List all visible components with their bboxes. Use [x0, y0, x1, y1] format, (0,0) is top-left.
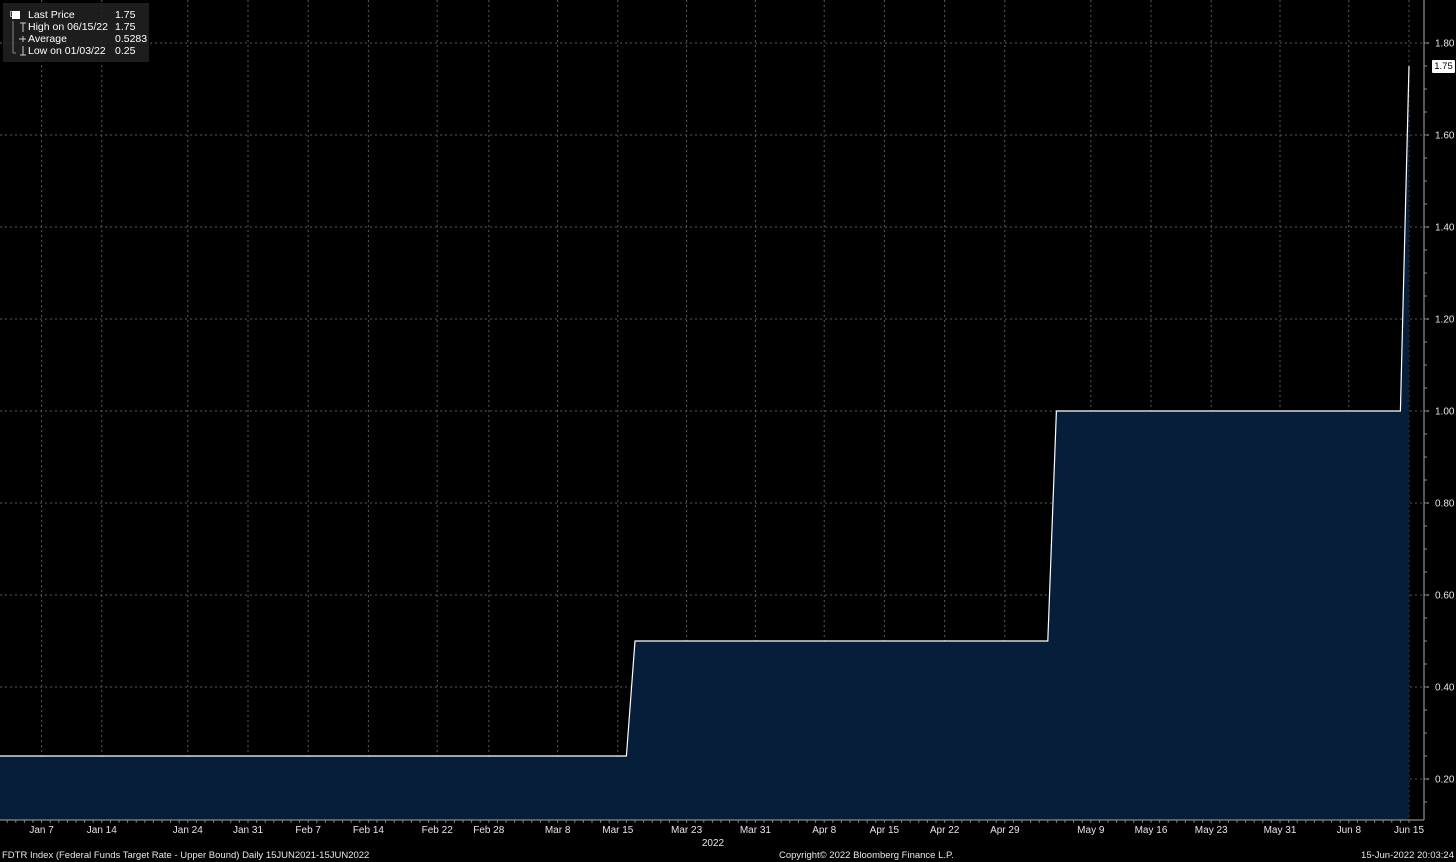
- legend-average: Average 0.5283: [3, 33, 149, 45]
- legend-value: 1.75: [115, 21, 136, 33]
- x-tick-label: May 16: [1135, 825, 1168, 836]
- legend-high: High on 06/15/22 1.75: [3, 21, 149, 33]
- series-area-layer: [0, 65, 1410, 820]
- y-tick-label: 0.80: [1435, 499, 1455, 510]
- y-tick-label: 1.40: [1435, 223, 1455, 234]
- last-value-tag: 1.75: [1432, 60, 1455, 73]
- x-tick-label: Jan 31: [233, 825, 263, 836]
- x-tick-label: Mar 23: [671, 825, 703, 836]
- footer-copyright: Copyright© 2022 Bloomberg Finance L.P.: [779, 850, 954, 861]
- footer-timestamp: 15-Jun-2022 20:03:24: [1361, 850, 1454, 861]
- legend-label: Average: [28, 33, 67, 45]
- x-tick-label: Jun 8: [1337, 825, 1362, 836]
- legend-label: Low on 01/03/22: [28, 45, 106, 57]
- x-tick-label: Jan 7: [29, 825, 54, 836]
- x-tick-label: Mar 15: [602, 825, 634, 836]
- series-swatch-icon: [12, 11, 20, 19]
- x-tick-label: May 23: [1195, 825, 1228, 836]
- average-marker-icon: [10, 33, 27, 45]
- legend-low: Low on 01/03/22 0.25: [3, 45, 149, 57]
- high-marker-icon: [10, 21, 26, 33]
- y-tick-label: 1.80: [1435, 39, 1455, 50]
- legend-value: 0.5283: [115, 33, 148, 45]
- legend-label: High on 06/15/22: [28, 21, 108, 33]
- x-tick-label: Feb 28: [473, 825, 505, 836]
- y-tick-label: 0.60: [1435, 591, 1455, 602]
- x-tick-label: Mar 8: [545, 825, 571, 836]
- x-tick-label: Jan 14: [87, 825, 117, 836]
- chart: 0.20 0.40 0.60 0.80 1.00 1.20 1.40 1.60 1.80 Jan …: [0, 0, 1455, 849]
- x-tick-label: Jan 24: [173, 825, 203, 836]
- footer-security-description: FDTR Index (Federal Funds Target Rate - …: [2, 850, 370, 861]
- x-tick-label: Jun 15: [1394, 825, 1424, 836]
- x-tick-label: Feb 22: [422, 825, 454, 836]
- legend-last-price: Last Price 1.75: [3, 9, 149, 21]
- x-tick-label: May 9: [1077, 825, 1105, 836]
- x-tick-label: May 31: [1264, 825, 1297, 836]
- legend-value: 0.25: [115, 45, 136, 57]
- x-tick-label: Apr 22: [930, 825, 960, 836]
- legend-value: 1.75: [115, 9, 136, 21]
- x-tick-label: Feb 7: [295, 825, 321, 836]
- series-area-fill: [0, 66, 1409, 820]
- y-tick-label: 1.00: [1435, 407, 1455, 418]
- low-marker-icon: [10, 45, 26, 57]
- x-tick-label: Feb 14: [353, 825, 385, 836]
- x-year-label: 2022: [702, 838, 725, 849]
- x-tick-label: Apr 8: [812, 825, 836, 836]
- y-tick-label: 1.60: [1435, 131, 1455, 142]
- y-tick-label: 1.20: [1435, 315, 1455, 326]
- x-tick-label: Mar 31: [740, 825, 772, 836]
- legend-label: Last Price: [28, 9, 75, 21]
- y-tick-label: 0.20: [1435, 775, 1455, 786]
- x-tick-label: Apr 29: [990, 825, 1020, 836]
- legend: Last Price 1.75 High on 06/15/22 1.75 Av…: [3, 3, 149, 62]
- x-tick-label: Apr 15: [870, 825, 900, 836]
- y-tick-label: 0.40: [1435, 683, 1455, 694]
